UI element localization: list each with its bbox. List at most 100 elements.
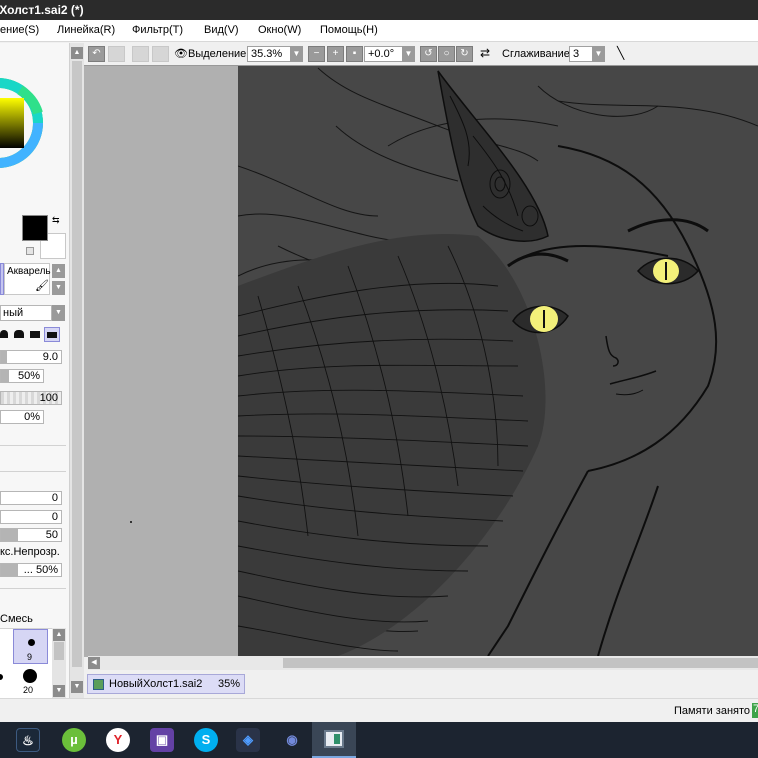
blend-mode-dropdown[interactable]: ▼ bbox=[52, 305, 65, 321]
rotation-field[interactable]: +0.0° bbox=[364, 46, 404, 62]
brush-size-cell-selected[interactable]: 9 bbox=[13, 629, 48, 664]
canvas-viewport[interactable] bbox=[84, 65, 758, 657]
tool-panel-scroll-up[interactable]: ▲ bbox=[71, 47, 83, 59]
rotate-reset-button[interactable]: ○ bbox=[438, 46, 455, 62]
canvas-scroll-thumb[interactable] bbox=[283, 658, 758, 668]
memory-label: Памяти занято bbox=[674, 705, 751, 717]
invert-selection-button[interactable] bbox=[152, 46, 169, 62]
tool-panel-scroll-down[interactable]: ▼ bbox=[71, 681, 83, 693]
blend-mode-value: ный bbox=[3, 307, 24, 319]
selection-label: Выделение bbox=[188, 48, 247, 60]
size-slider-fill bbox=[1, 351, 7, 363]
zoom-field[interactable]: 35.3% bbox=[247, 46, 291, 62]
max-opacity-value: ... 50% bbox=[23, 564, 58, 576]
rotate-right-button[interactable]: ↻ bbox=[456, 46, 473, 62]
persistence-slider-fill bbox=[1, 529, 18, 541]
density-slider[interactable]: 100 bbox=[0, 391, 62, 405]
brush-size-cell[interactable]: 20 bbox=[13, 665, 48, 698]
transparent-color-icon[interactable] bbox=[26, 247, 34, 255]
smoothing-value: 3 bbox=[573, 48, 580, 60]
brush-size-grid: 9 20 bbox=[0, 628, 54, 698]
density-value: 100 bbox=[39, 392, 58, 404]
brush-shape-selected[interactable] bbox=[44, 327, 60, 342]
blend-value: 0 bbox=[51, 492, 58, 504]
brush-size-label: 9 bbox=[27, 652, 33, 662]
size-slider[interactable]: 9.0 bbox=[0, 350, 62, 364]
twitch-icon[interactable]: ▣ bbox=[150, 728, 174, 752]
skype-icon[interactable]: S bbox=[194, 728, 218, 752]
divider-line-3 bbox=[0, 588, 66, 589]
smoothing-label: Сглаживание bbox=[502, 48, 570, 60]
brush-size-dot-partial[interactable] bbox=[0, 674, 3, 680]
brush-grid-scroll-thumb[interactable] bbox=[54, 642, 64, 660]
tool-panel: ⇆ Акварель 🖌 ▲ ▼ ный ▼ 9.0 50% 100 0% 0 … bbox=[0, 43, 70, 698]
persistence-slider[interactable]: 50 bbox=[0, 528, 62, 542]
brush-shape-square[interactable] bbox=[30, 331, 40, 338]
undo-button[interactable]: ↶ bbox=[88, 46, 105, 62]
brush-size-label: 20 bbox=[23, 685, 34, 695]
brush-grid-scroll-up[interactable]: ▲ bbox=[53, 629, 65, 641]
size-value: 9.0 bbox=[42, 351, 58, 363]
document-tab-name: НовыйХолст1.sai2 bbox=[109, 678, 203, 690]
brush-grid-scrollbar[interactable]: ▲ ▼ bbox=[52, 628, 66, 698]
max-opacity-slider[interactable]: ... 50% bbox=[0, 563, 62, 577]
discord-icon[interactable]: ◉ bbox=[280, 728, 304, 752]
eye-icon[interactable]: 👁 bbox=[174, 47, 188, 60]
document-tab[interactable]: НовыйХолст1.sai2 35% bbox=[87, 674, 245, 694]
brush-slot-scroll-down[interactable]: ▼ bbox=[52, 281, 65, 295]
windows-taskbar: ♨ µ Y ▣ S ◈ ◉ bbox=[0, 722, 758, 758]
blend-mode-select[interactable]: ный bbox=[0, 305, 52, 321]
utorrent-icon[interactable]: µ bbox=[62, 728, 86, 752]
blend-slider[interactable]: 0 bbox=[0, 491, 62, 505]
tool-panel-scrollbar[interactable]: ▲ ▼ bbox=[70, 43, 84, 698]
menu-bar: ение(S) Линейка(R) Фильтр(T) Вид(V) Окно… bbox=[0, 20, 758, 42]
menu-item-filter[interactable]: Фильтр(T) bbox=[132, 24, 183, 36]
color-wheel[interactable] bbox=[0, 43, 70, 203]
canvas-artwork[interactable] bbox=[238, 66, 758, 656]
window-title: Холст1.sai2 (*) bbox=[0, 3, 84, 17]
divider-line-2 bbox=[0, 471, 66, 472]
paint-tool-sai-taskbar-item[interactable] bbox=[312, 722, 356, 758]
smoothing-dropdown[interactable]: ▼ bbox=[592, 46, 605, 62]
max-opacity-label: кс.Непрозр. bbox=[0, 546, 60, 558]
canvas-stray-dot bbox=[130, 521, 132, 523]
menu-item-window[interactable]: Окно(W) bbox=[258, 24, 301, 36]
redo-button[interactable] bbox=[108, 46, 125, 62]
menu-item-selection[interactable]: ение(S) bbox=[0, 24, 39, 36]
zoom-out-button[interactable]: − bbox=[308, 46, 325, 62]
menu-item-help[interactable]: Помощь(H) bbox=[320, 24, 378, 36]
zoom-reset-button[interactable]: ▪ bbox=[346, 46, 363, 62]
brush-slot-watercolor[interactable]: Акварель 🖌 bbox=[4, 263, 51, 295]
brush-size-dot bbox=[28, 639, 35, 646]
brush-slot-scroll-up[interactable]: ▲ bbox=[52, 264, 65, 278]
primary-color-swatch[interactable] bbox=[22, 215, 48, 241]
min-density-value: 0% bbox=[24, 411, 40, 423]
flip-icon[interactable]: ⇄ bbox=[480, 46, 490, 60]
min-density-slider[interactable]: 0% bbox=[0, 410, 44, 424]
canvas-scroll-left[interactable]: ◀ bbox=[88, 657, 100, 669]
min-size-slider[interactable]: 50% bbox=[0, 369, 44, 383]
menu-item-ruler[interactable]: Линейка(R) bbox=[57, 24, 115, 36]
dilution-slider[interactable]: 0 bbox=[0, 510, 62, 524]
zoom-dropdown[interactable]: ▼ bbox=[290, 46, 303, 62]
discord-icon-alt[interactable]: ◈ bbox=[236, 728, 260, 752]
rotation-dropdown[interactable]: ▼ bbox=[402, 46, 415, 62]
swap-colors-icon[interactable]: ⇆ bbox=[52, 215, 60, 226]
brush-icon: 🖌 bbox=[35, 280, 49, 292]
rotate-left-button[interactable]: ↺ bbox=[420, 46, 437, 62]
tool-panel-scroll-thumb[interactable] bbox=[72, 61, 82, 667]
line-tool-icon[interactable]: ╲ bbox=[617, 46, 624, 60]
brush-grid-scroll-down[interactable]: ▼ bbox=[53, 685, 65, 697]
brush-shape-flat[interactable] bbox=[14, 330, 24, 338]
steam-icon[interactable]: ♨ bbox=[16, 728, 40, 752]
menu-item-view[interactable]: Вид(V) bbox=[204, 24, 239, 36]
deselect-button[interactable] bbox=[132, 46, 149, 62]
canvas-toolbar: ↶ 👁 Выделение 35.3% ▼ − + ▪ +0.0° ▼ ↺ ○ … bbox=[84, 43, 758, 65]
canvas-horizontal-scrollbar[interactable]: ◀ bbox=[88, 656, 758, 670]
zoom-in-button[interactable]: + bbox=[327, 46, 344, 62]
smoothing-field[interactable]: 3 bbox=[569, 46, 593, 62]
brush-shape-round[interactable] bbox=[0, 330, 8, 338]
yandex-browser-icon[interactable]: Y bbox=[106, 728, 130, 752]
dilution-value: 0 bbox=[51, 511, 58, 523]
brush-shape-row bbox=[0, 327, 66, 343]
